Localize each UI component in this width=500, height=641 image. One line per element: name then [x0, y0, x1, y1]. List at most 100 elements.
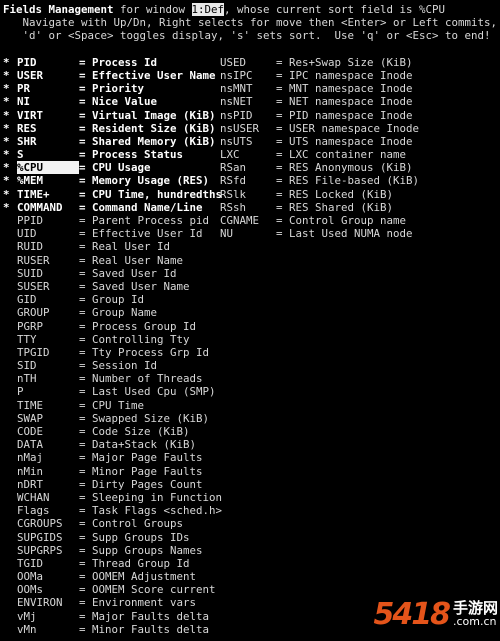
field-row[interactable]: SWAP = Swapped Size (KiB) — [3, 412, 497, 425]
field-name[interactable]: PGRP — [17, 320, 79, 333]
field-name[interactable] — [220, 517, 276, 530]
field-name[interactable]: nsNET — [220, 95, 276, 108]
field-row[interactable]: * COMMAND = Command Name/Line RSsh = RES Sha… — [3, 201, 497, 214]
field-row[interactable]: PPID = Parent Process pid CGNAME = Control … — [3, 214, 497, 227]
field-row[interactable]: nMin = Minor Page Faults — [3, 465, 497, 478]
field-name[interactable]: OOMa — [17, 570, 79, 583]
field-name[interactable] — [220, 293, 276, 306]
field-name[interactable]: GID — [17, 293, 79, 306]
field-name[interactable]: SUSER — [17, 280, 79, 293]
field-row[interactable]: nMaj = Major Page Faults — [3, 451, 497, 464]
field-name[interactable]: TIME+ — [17, 188, 79, 201]
field-row[interactable]: * NI = Nice Value nsNET = NET namespace Inod… — [3, 95, 497, 108]
field-name[interactable]: ENVIRON — [17, 596, 79, 609]
field-row[interactable]: * TIME+ = CPU Time, hundredths RSlk = RES Lo… — [3, 188, 497, 201]
field-name[interactable]: USED — [220, 56, 276, 69]
field-name[interactable]: nTH — [17, 372, 79, 385]
field-name[interactable]: SUPGIDS — [17, 531, 79, 544]
field-name[interactable]: SUID — [17, 267, 79, 280]
field-name[interactable]: VIRT — [17, 109, 79, 122]
field-row[interactable]: OOMa = OOMEM Adjustment — [3, 570, 497, 583]
field-name[interactable]: NU — [220, 227, 276, 240]
field-name[interactable]: RES — [17, 122, 79, 135]
field-name[interactable]: LXC — [220, 148, 276, 161]
field-name[interactable]: PR — [17, 82, 79, 95]
field-name[interactable]: SUPGRPS — [17, 544, 79, 557]
field-row[interactable]: nTH = Number of Threads — [3, 372, 497, 385]
field-row[interactable]: SUPGRPS = Supp Groups Names — [3, 544, 497, 557]
field-name[interactable]: %MEM — [17, 174, 79, 187]
field-name[interactable] — [220, 280, 276, 293]
field-name[interactable] — [220, 623, 276, 636]
field-name[interactable]: %CPU — [17, 161, 79, 175]
field-name[interactable] — [220, 333, 276, 346]
field-row[interactable]: * VIRT = Virtual Image (KiB) nsPID = PID nam… — [3, 109, 497, 122]
field-name[interactable]: USER — [17, 69, 79, 82]
field-row[interactable]: CODE = Code Size (KiB) — [3, 425, 497, 438]
field-name[interactable]: PPID — [17, 214, 79, 227]
field-name[interactable]: Flags — [17, 504, 79, 517]
field-row[interactable]: P = Last Used Cpu (SMP) — [3, 385, 497, 398]
field-name[interactable]: DATA — [17, 438, 79, 451]
field-name[interactable]: UID — [17, 227, 79, 240]
field-name[interactable]: TGID — [17, 557, 79, 570]
field-name[interactable] — [220, 372, 276, 385]
field-name[interactable] — [220, 346, 276, 359]
field-row[interactable]: SID = Session Id — [3, 359, 497, 372]
field-name[interactable] — [220, 254, 276, 267]
field-name[interactable]: P — [17, 385, 79, 398]
field-row[interactable]: * PID = Process Id USED = Res+Swap Size (KiB… — [3, 56, 497, 69]
field-name[interactable] — [220, 610, 276, 623]
field-name[interactable]: NI — [17, 95, 79, 108]
field-name[interactable]: S — [17, 148, 79, 161]
field-row[interactable]: SUPGIDS = Supp Groups IDs — [3, 531, 497, 544]
field-name[interactable]: TIME — [17, 399, 79, 412]
field-name[interactable] — [220, 478, 276, 491]
field-name[interactable]: PID — [17, 56, 79, 69]
field-row[interactable]: CGROUPS = Control Groups — [3, 517, 497, 530]
field-name[interactable] — [220, 438, 276, 451]
field-name[interactable]: nsUSER — [220, 122, 276, 135]
field-name[interactable]: OOMs — [17, 583, 79, 596]
field-name[interactable]: TPGID — [17, 346, 79, 359]
field-name[interactable] — [220, 359, 276, 372]
field-row[interactable]: PGRP = Process Group Id — [3, 320, 497, 333]
field-row[interactable]: * %CPU = CPU Usage RSan = RES Anonymous (KiB… — [3, 161, 497, 175]
field-row[interactable]: Flags = Task Flags <sched.h> — [3, 504, 497, 517]
field-row[interactable]: SUSER = Saved User Name — [3, 280, 497, 293]
field-row[interactable]: * USER = Effective User Name nsIPC = IPC nam… — [3, 69, 497, 82]
field-name[interactable] — [220, 491, 276, 504]
field-name[interactable]: CGNAME — [220, 214, 276, 227]
field-name[interactable] — [220, 544, 276, 557]
field-name[interactable]: nMin — [17, 465, 79, 478]
field-name[interactable] — [220, 385, 276, 398]
field-row[interactable]: RUID = Real User Id — [3, 240, 497, 253]
field-row[interactable]: * S = Process Status LXC = LXC container nam… — [3, 148, 497, 161]
field-name[interactable]: vMn — [17, 623, 79, 636]
field-name[interactable]: SHR — [17, 135, 79, 148]
field-name[interactable]: nsUTS — [220, 135, 276, 148]
field-row[interactable]: * PR = Priority nsMNT = MNT namespace Inode — [3, 82, 497, 95]
field-name[interactable]: CGROUPS — [17, 517, 79, 530]
field-row[interactable]: TGID = Thread Group Id — [3, 557, 497, 570]
field-name[interactable]: RSlk — [220, 188, 276, 201]
field-name[interactable] — [220, 596, 276, 609]
field-row[interactable]: WCHAN = Sleeping in Function — [3, 491, 497, 504]
field-row[interactable]: TTY = Controlling Tty — [3, 333, 497, 346]
field-name[interactable] — [220, 320, 276, 333]
field-name[interactable] — [220, 465, 276, 478]
field-row[interactable]: DATA = Data+Stack (KiB) — [3, 438, 497, 451]
field-row[interactable]: SUID = Saved User Id — [3, 267, 497, 280]
field-name[interactable]: RUID — [17, 240, 79, 253]
field-name[interactable] — [220, 504, 276, 517]
field-name[interactable]: RUSER — [17, 254, 79, 267]
field-name[interactable]: vMj — [17, 610, 79, 623]
field-row[interactable]: RUSER = Real User Name — [3, 254, 497, 267]
field-name[interactable] — [220, 583, 276, 596]
field-name[interactable] — [220, 531, 276, 544]
field-row[interactable]: * SHR = Shared Memory (KiB) nsUTS = UTS name… — [3, 135, 497, 148]
field-name[interactable] — [220, 570, 276, 583]
field-name[interactable]: SID — [17, 359, 79, 372]
field-name[interactable]: RSfd — [220, 174, 276, 187]
field-name[interactable]: RSsh — [220, 201, 276, 214]
